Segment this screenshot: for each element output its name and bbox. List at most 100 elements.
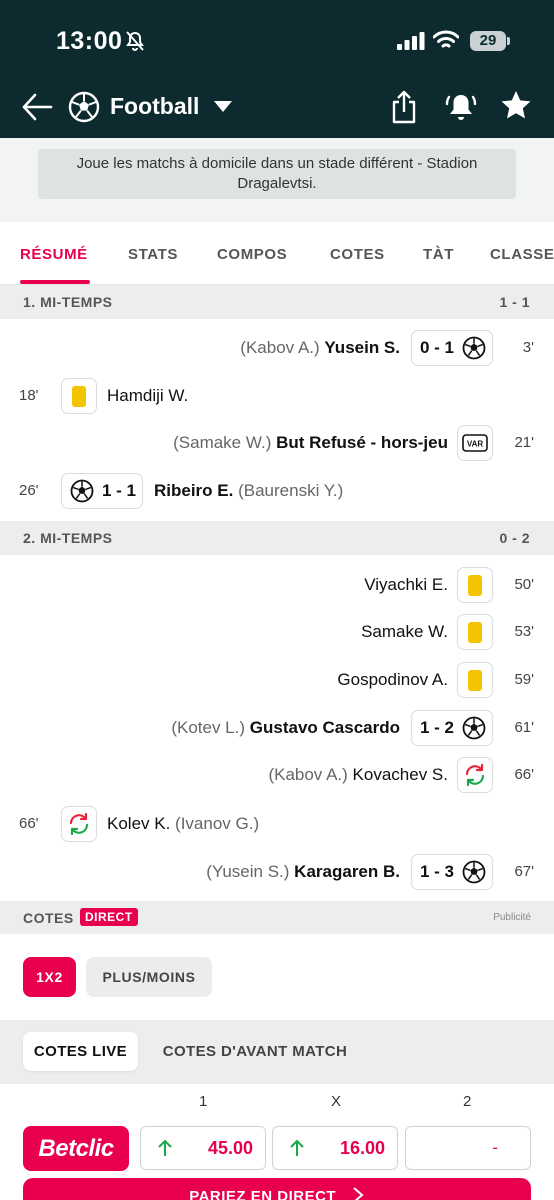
substitution-icon — [69, 812, 89, 836]
tab-tat[interactable]: TÀT — [423, 246, 454, 263]
var-decision: But Refusé - hors-jeu — [276, 433, 448, 452]
tab-classement[interactable]: CLASSE — [490, 246, 554, 263]
assist-name: (Kabov A.) — [240, 338, 320, 357]
football-icon — [68, 91, 100, 123]
odds-column-headers: 1 X 2 — [0, 1084, 554, 1118]
arrow-up-icon — [290, 1139, 304, 1156]
second-half-header: 2. MI-TEMPS 0 - 2 — [0, 521, 554, 555]
live-badge: DIRECT — [80, 908, 138, 926]
odds-section: COTES LIVE COTES D'AVANT MATCH 1 X 2 Bet… — [0, 1020, 554, 1200]
event-row: Viyachki E. 50' — [0, 567, 554, 603]
odd-draw-button[interactable]: 16.00 — [272, 1126, 398, 1170]
cotes-header: COTES DIRECT Publicité — [0, 901, 554, 934]
tab-stats[interactable]: STATS — [128, 246, 178, 263]
sport-title[interactable]: Football — [110, 93, 199, 120]
player-out-name: (Kabov A.) — [268, 765, 348, 784]
player-name: Viyachki E. — [364, 575, 448, 594]
assist-name: (Baurenski Y.) — [238, 481, 344, 500]
player-name: Hamdiji W. — [107, 386, 189, 405]
player-name: Gustavo Cascardo — [249, 718, 400, 737]
goal-score: 1 - 3 — [419, 862, 454, 881]
event-row: (Kabov A.) Kovachev S. 66' — [0, 757, 554, 793]
half-label: 2. MI-TEMPS — [23, 530, 113, 546]
tab-resume[interactable]: RÉSUMÉ — [20, 246, 88, 263]
event-row: (Samake W.) But Refusé - hors-jeu VAR 21… — [0, 425, 554, 461]
chevron-right-icon — [353, 1187, 364, 1200]
ad-label: Publicité — [493, 912, 531, 923]
odd-value: 16.00 — [339, 1138, 385, 1158]
goal-score: 1 - 1 — [102, 481, 137, 500]
player-name: Yusein S. — [324, 338, 400, 357]
substitution-box — [457, 757, 493, 793]
battery-icon: 29 — [470, 31, 510, 51]
market-over-under-button[interactable]: PLUS/MOINS — [86, 957, 212, 997]
bell-muted-icon — [126, 31, 144, 51]
event-row: Gospodinov A. 59' — [0, 662, 554, 698]
player-name: Gospodinov A. — [337, 670, 448, 689]
signal-icon — [397, 32, 425, 50]
substitution-icon — [465, 763, 485, 787]
first-half-header: 1. MI-TEMPS 1 - 1 — [0, 285, 554, 319]
chevron-down-icon[interactable] — [213, 100, 233, 114]
odd-home-button[interactable]: 45.00 — [140, 1126, 266, 1170]
assist-name: (Kotev L.) — [171, 718, 246, 737]
event-minute: 66' — [19, 815, 39, 832]
substitution-box — [61, 806, 97, 842]
goal-score-box: 1 - 3 — [410, 854, 493, 890]
bet-live-label: PARIEZ EN DIRECT — [189, 1188, 337, 1200]
live-odds-tab[interactable]: COTES LIVE — [23, 1032, 138, 1071]
svg-text:VAR: VAR — [467, 440, 484, 449]
column-home: 1 — [199, 1093, 208, 1110]
wifi-icon — [433, 30, 459, 48]
status-time: 13:00 — [56, 27, 123, 55]
assist-name: (Yusein S.) — [206, 862, 290, 881]
active-tab-indicator — [20, 280, 90, 284]
player-in-name: Kovachev S. — [352, 765, 448, 784]
var-box: VAR — [457, 425, 493, 461]
goal-score: 0 - 1 — [419, 338, 454, 357]
event-minute: 61' — [514, 719, 534, 736]
event-row: 26' 1 - 1 Ribeiro E. (Baurenski Y.) — [0, 473, 554, 509]
alarm-bell-icon[interactable] — [444, 89, 478, 123]
player-name: Ribeiro E. — [154, 481, 234, 500]
back-arrow-icon[interactable] — [20, 90, 54, 124]
odd-value: 45.00 — [207, 1138, 253, 1158]
yellow-card-icon — [72, 385, 86, 407]
stadium-info: Joue les matchs à domicile dans un stade… — [38, 149, 516, 199]
bet-live-button[interactable]: PARIEZ EN DIRECT — [23, 1178, 531, 1200]
tab-compos[interactable]: COMPOS — [217, 246, 287, 263]
assist-name: (Samake W.) — [173, 433, 272, 452]
yellow-card-icon — [468, 669, 482, 691]
event-row: 66' Kolev K. (Ivanov G.) — [0, 806, 554, 842]
betclic-logo[interactable]: Betclic — [23, 1126, 129, 1171]
player-name: Samake W. — [361, 622, 448, 641]
column-draw: X — [331, 1093, 342, 1110]
yellow-card-box — [61, 378, 97, 414]
event-row: Samake W. 53' — [0, 614, 554, 650]
var-icon: VAR — [462, 434, 488, 452]
event-minute: 66' — [514, 766, 534, 783]
star-icon[interactable] — [500, 89, 532, 121]
player-name: Karagaren B. — [294, 862, 400, 881]
odd-away-button[interactable]: - — [405, 1126, 531, 1170]
yellow-card-box — [457, 662, 493, 698]
tab-bar: RÉSUMÉ STATS COMPOS COTES TÀT CLASSE — [0, 222, 554, 285]
event-minute: 18' — [19, 387, 39, 404]
arrow-up-icon — [158, 1139, 172, 1156]
football-icon — [462, 716, 486, 740]
football-icon — [462, 860, 486, 884]
odd-value: - — [492, 1138, 498, 1157]
event-minute: 3' — [522, 339, 534, 356]
event-minute: 53' — [514, 623, 534, 640]
event-minute: 26' — [19, 482, 39, 499]
goal-score-box: 1 - 2 — [410, 710, 493, 746]
share-icon[interactable] — [389, 90, 419, 124]
prematch-odds-tab[interactable]: COTES D'AVANT MATCH — [150, 1032, 360, 1071]
tab-cotes[interactable]: COTES — [330, 246, 385, 263]
event-minute: 67' — [514, 863, 534, 880]
info-banner: Joue les matchs à domicile dans un stade… — [0, 138, 554, 222]
event-row: (Yusein S.) Karagaren B. 1 - 3 67' — [0, 854, 554, 890]
yellow-card-box — [457, 614, 493, 650]
market-1x2-button[interactable]: 1X2 — [23, 957, 76, 997]
half-score: 0 - 2 — [499, 530, 530, 546]
